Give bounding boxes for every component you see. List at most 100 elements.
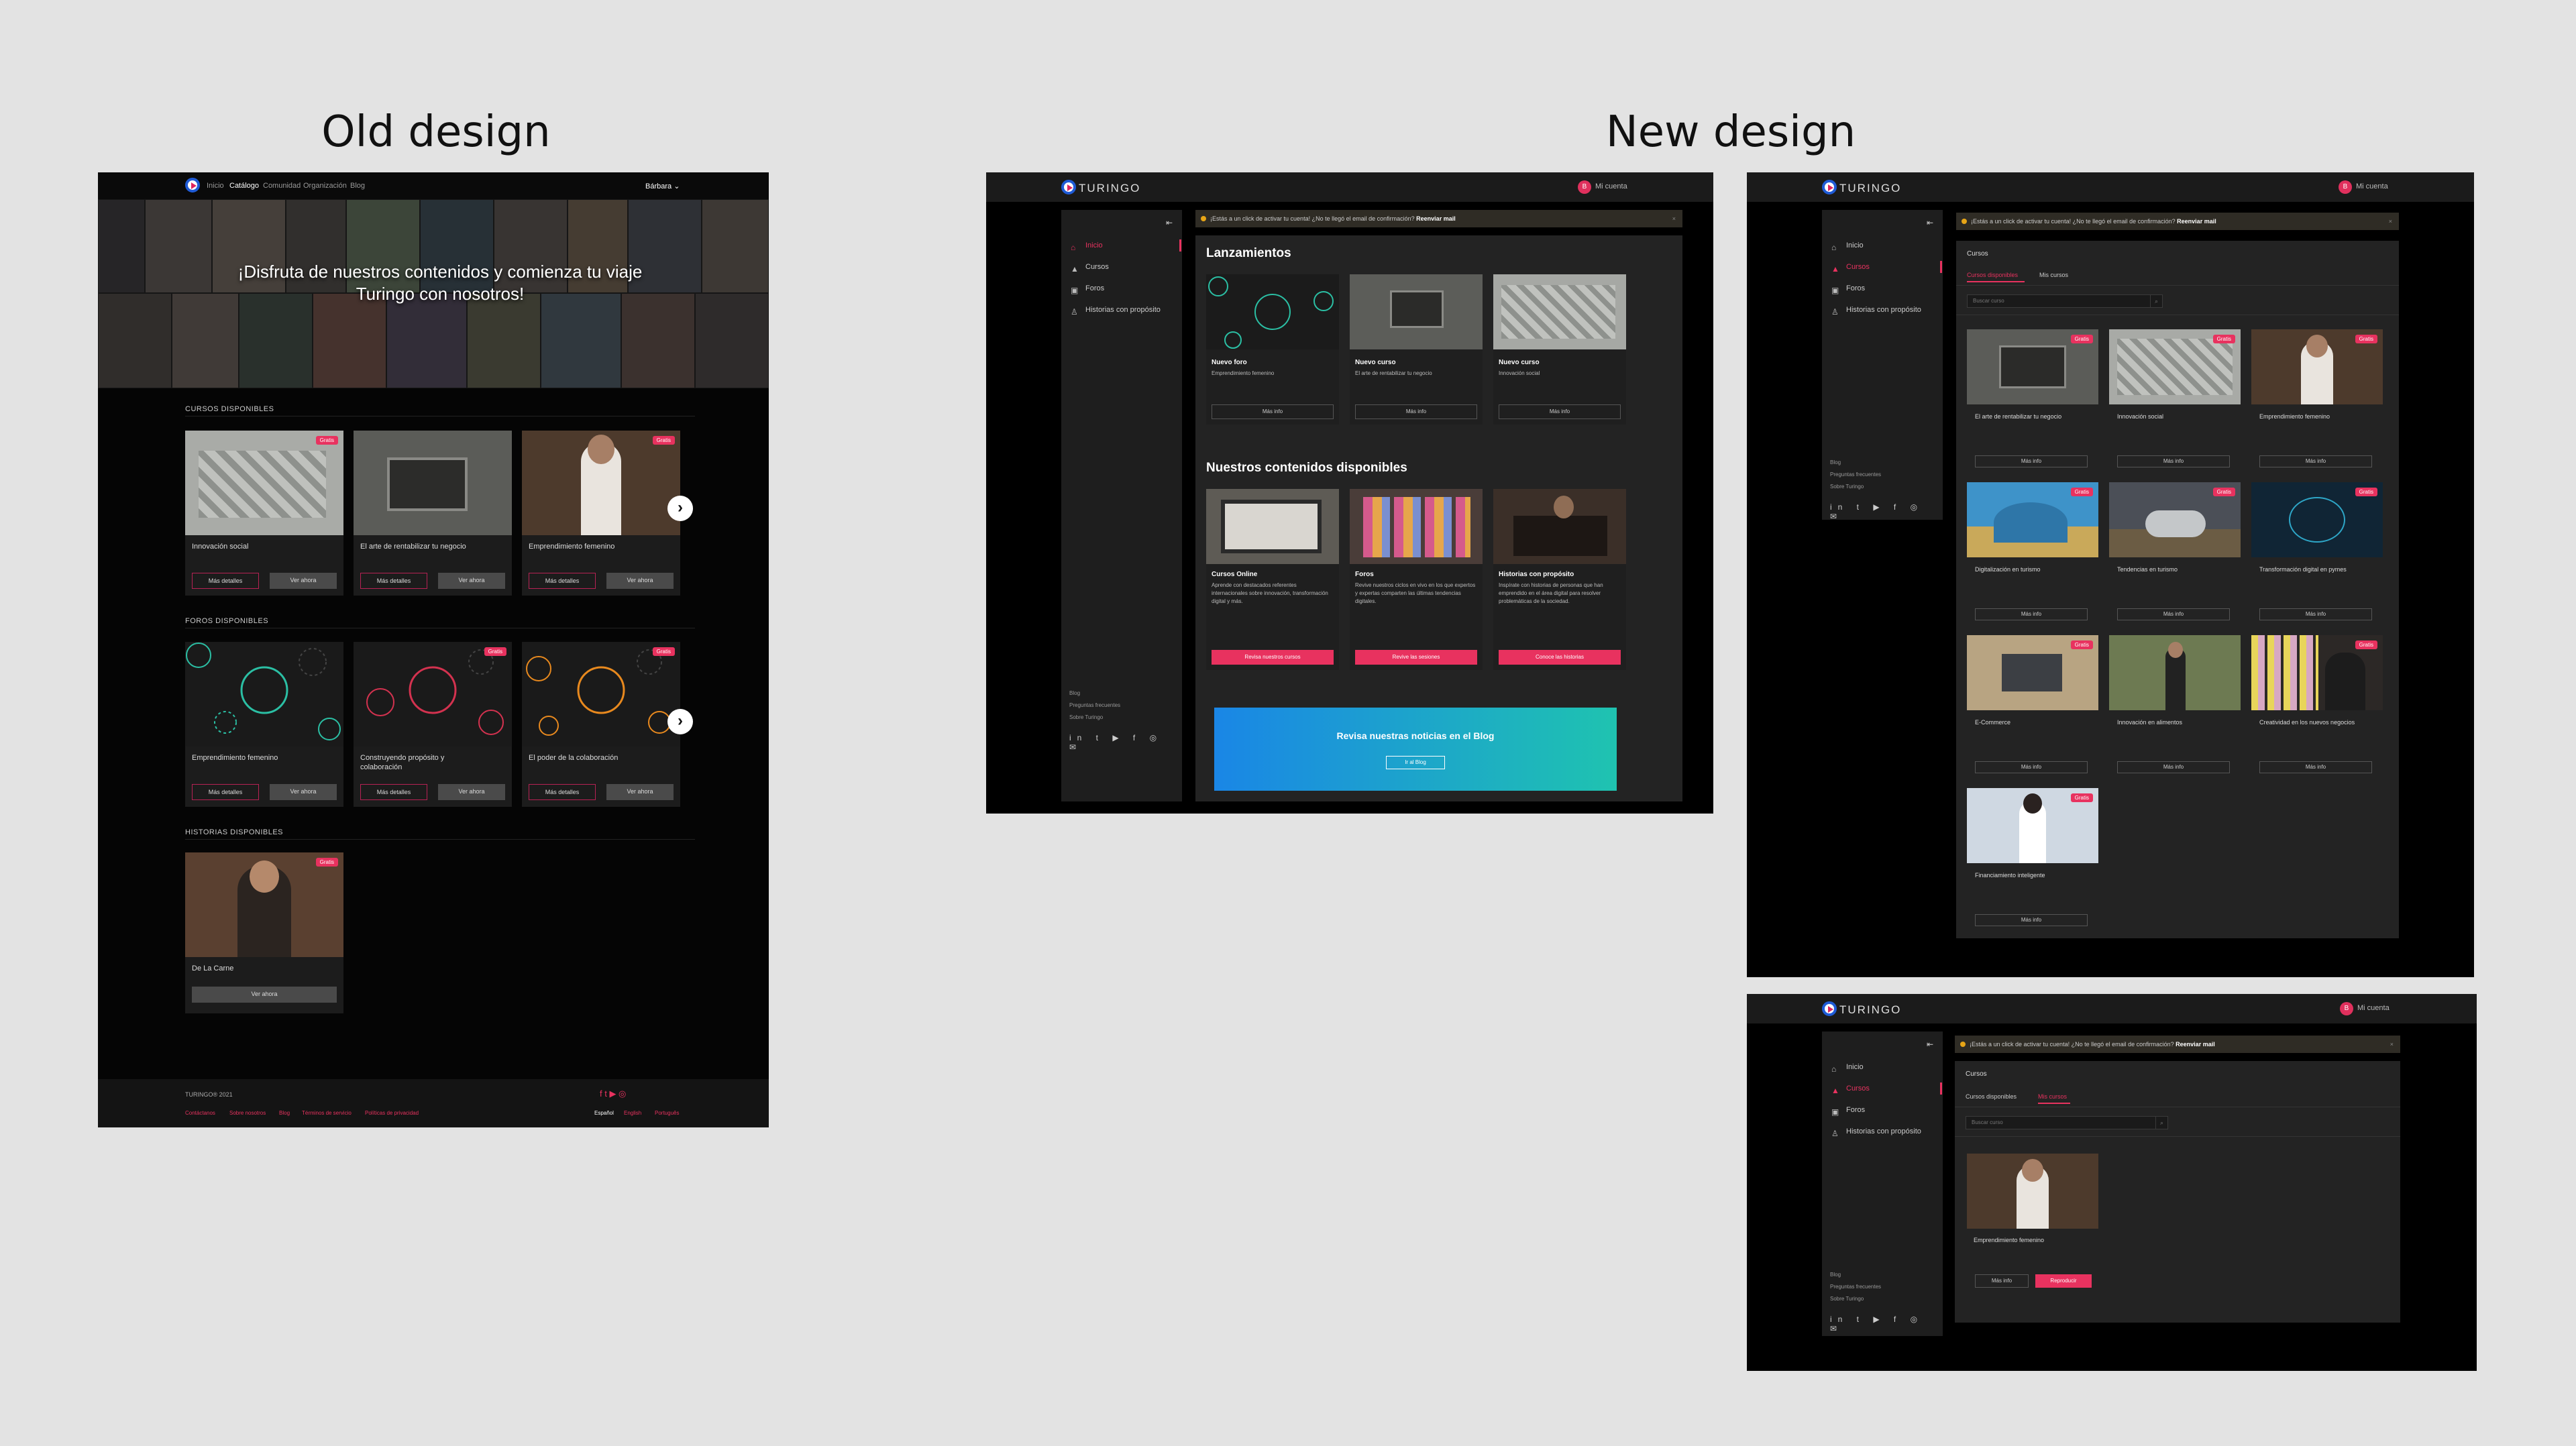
- sidebar-item-foros[interactable]: ▣ Foros: [1822, 1104, 1943, 1117]
- sidebar-faq-link[interactable]: Preguntas frecuentes: [1830, 1284, 1881, 1290]
- foro-card[interactable]: Emprendimiento femenino Más detalles Ver…: [185, 642, 343, 807]
- tab-cursos-disponibles[interactable]: Cursos disponibles: [1966, 1093, 2017, 1100]
- sidebar-item-foros[interactable]: ▣ Foros: [1822, 282, 1943, 295]
- turingo-logo-icon[interactable]: [1822, 180, 1837, 194]
- mas-info-button[interactable]: Más info: [2117, 455, 2230, 467]
- close-icon[interactable]: ×: [1672, 210, 1676, 227]
- mas-info-button[interactable]: Más info: [1975, 608, 2088, 620]
- mas-detalles-button[interactable]: Más detalles: [529, 784, 596, 800]
- nav-blog[interactable]: Blog: [350, 182, 365, 190]
- mas-info-button[interactable]: Más info: [2259, 608, 2372, 620]
- curso-card[interactable]: Gratis Innovación social Más info: [2109, 329, 2241, 467]
- sidebar-item-cursos[interactable]: ▲ Cursos: [1061, 261, 1182, 274]
- social-icons[interactable]: in t ▶ f ◎ ✉: [1069, 733, 1182, 752]
- contenido-card[interactable]: Foros Revive nuestros ciclos en vivo en …: [1350, 489, 1483, 670]
- sidebar-about-link[interactable]: Sobre Turingo: [1069, 714, 1103, 720]
- mas-info-button[interactable]: Más info: [1975, 914, 2088, 926]
- ver-ahora-button[interactable]: Ver ahora: [270, 573, 337, 589]
- reenviar-mail-link[interactable]: Reenviar mail: [2177, 218, 2216, 225]
- sidebar-item-inicio[interactable]: ⌂ Inicio: [1061, 239, 1182, 252]
- mas-info-button[interactable]: Más info: [1975, 455, 2088, 467]
- search-input[interactable]: Buscar curso ⌕: [1967, 294, 2163, 308]
- mas-info-button[interactable]: Más info: [1355, 404, 1477, 419]
- ver-ahora-button[interactable]: Ver ahora: [192, 987, 337, 1003]
- avatar[interactable]: B: [2340, 1002, 2353, 1015]
- sidebar-item-cursos[interactable]: ▲ Cursos: [1822, 261, 1943, 274]
- sidebar-faq-link[interactable]: Preguntas frecuentes: [1069, 702, 1120, 708]
- footer-link[interactable]: Contáctanos: [185, 1110, 215, 1116]
- footer-link[interactable]: Sobre nosotros: [229, 1110, 266, 1116]
- turingo-logo-icon[interactable]: [185, 178, 200, 192]
- carousel-next-button[interactable]: ›: [667, 709, 693, 734]
- reenviar-mail-link[interactable]: Reenviar mail: [1416, 215, 1456, 222]
- curso-card[interactable]: Gratis Tendencias en turismo Más info: [2109, 482, 2241, 620]
- mas-detalles-button[interactable]: Más detalles: [360, 784, 427, 800]
- ver-ahora-button[interactable]: Ver ahora: [606, 784, 674, 800]
- curso-card[interactable]: Innovación en alimentos Más info: [2109, 635, 2241, 773]
- sidebar-item-inicio[interactable]: ⌂ Inicio: [1822, 1061, 1943, 1074]
- mas-info-button[interactable]: Más info: [2117, 761, 2230, 773]
- sidebar-item-inicio[interactable]: ⌂ Inicio: [1822, 239, 1943, 252]
- revisa-cursos-button[interactable]: Revisa nuestros cursos: [1212, 650, 1334, 665]
- footer-link[interactable]: Términos de servicio: [302, 1110, 352, 1116]
- curso-card[interactable]: Gratis El arte de rentabilizar tu negoci…: [1967, 329, 2098, 467]
- ver-ahora-button[interactable]: Ver ahora: [438, 573, 505, 589]
- sidebar-faq-link[interactable]: Preguntas frecuentes: [1830, 471, 1881, 478]
- curso-card[interactable]: Gratis Creatividad en los nuevos negocio…: [2251, 635, 2383, 773]
- tab-mis-cursos[interactable]: Mis cursos: [2038, 1093, 2067, 1100]
- foro-card[interactable]: Gratis El poder de la colaboración Más d…: [522, 642, 680, 807]
- collapse-icon[interactable]: ⇤: [1927, 1040, 1933, 1049]
- mas-info-button[interactable]: Más info: [1975, 761, 2088, 773]
- tab-cursos-disponibles[interactable]: Cursos disponibles: [1967, 272, 2018, 278]
- user-menu[interactable]: Bárbara ⌄: [645, 182, 680, 190]
- sidebar-blog-link[interactable]: Blog: [1830, 1272, 1841, 1278]
- collapse-icon[interactable]: ⇤: [1166, 218, 1173, 227]
- curso-card[interactable]: Gratis Financiamiento inteligente Más in…: [1967, 788, 2098, 926]
- sidebar-blog-link[interactable]: Blog: [1069, 690, 1080, 696]
- sidebar-item-historias[interactable]: ♙ Historias con propósito: [1822, 1125, 1943, 1138]
- social-icons[interactable]: f t ▶ ◎: [600, 1089, 626, 1099]
- lanzamiento-card[interactable]: Nuevo curso Innovación social Más info: [1493, 274, 1626, 425]
- mi-cuenta-link[interactable]: Mi cuenta: [2356, 182, 2388, 190]
- sidebar-item-foros[interactable]: ▣ Foros: [1061, 282, 1182, 295]
- mas-detalles-button[interactable]: Más detalles: [529, 573, 596, 589]
- curso-card[interactable]: Gratis Emprendimiento femenino Más info: [2251, 329, 2383, 467]
- reenviar-mail-link[interactable]: Reenviar mail: [2176, 1041, 2215, 1048]
- search-icon[interactable]: ⌕: [2150, 295, 2162, 307]
- ver-ahora-button[interactable]: Ver ahora: [270, 784, 337, 800]
- curso-card[interactable]: El arte de rentabilizar tu negocio Más d…: [354, 431, 512, 596]
- historia-card[interactable]: Gratis De La Carne Ver ahora: [185, 852, 343, 1013]
- mis-curso-card[interactable]: Emprendimiento femenino Más info Reprodu…: [1967, 1154, 2101, 1301]
- sidebar-blog-link[interactable]: Blog: [1830, 459, 1841, 465]
- mi-cuenta-link[interactable]: Mi cuenta: [1595, 182, 1627, 190]
- mas-info-button[interactable]: Más info: [2117, 608, 2230, 620]
- mas-detalles-button[interactable]: Más detalles: [360, 573, 427, 589]
- avatar[interactable]: B: [2339, 180, 2352, 194]
- ver-ahora-button[interactable]: Ver ahora: [438, 784, 505, 800]
- lanzamiento-card[interactable]: Nuevo foro Emprendimiento femenino Más i…: [1206, 274, 1339, 425]
- sidebar-item-historias[interactable]: ♙ Historias con propósito: [1822, 304, 1943, 317]
- lang-espanol[interactable]: Español: [594, 1110, 614, 1116]
- nav-catalogo[interactable]: Catálogo: [229, 182, 259, 190]
- mas-info-button[interactable]: Más info: [1975, 1274, 2029, 1288]
- sidebar-item-cursos[interactable]: ▲ Cursos: [1822, 1082, 1943, 1095]
- mas-info-button[interactable]: Más info: [1499, 404, 1621, 419]
- mas-detalles-button[interactable]: Más detalles: [192, 573, 259, 589]
- curso-card[interactable]: Gratis Digitalización en turismo Más inf…: [1967, 482, 2098, 620]
- lang-english[interactable]: English: [624, 1110, 641, 1116]
- revive-sesiones-button[interactable]: Revive las sesiones: [1355, 650, 1477, 665]
- collapse-icon[interactable]: ⇤: [1927, 218, 1933, 227]
- ver-ahora-button[interactable]: Ver ahora: [606, 573, 674, 589]
- sidebar-about-link[interactable]: Sobre Turingo: [1830, 484, 1864, 490]
- curso-card[interactable]: Gratis Transformación digital en pymes M…: [2251, 482, 2383, 620]
- nav-organizacion[interactable]: Organización: [303, 182, 347, 190]
- lang-portugues[interactable]: Português: [655, 1110, 679, 1116]
- sidebar-item-historias[interactable]: ♙ Historias con propósito: [1061, 304, 1182, 317]
- reproducir-button[interactable]: Reproducir: [2035, 1274, 2092, 1288]
- social-icons[interactable]: in t ▶ f ◎ ✉: [1830, 1315, 1943, 1333]
- close-icon[interactable]: ×: [2389, 213, 2392, 230]
- foro-card[interactable]: Gratis Construyendo propósito y colabora…: [354, 642, 512, 807]
- turingo-logo-icon[interactable]: [1061, 180, 1076, 194]
- footer-link[interactable]: Blog: [279, 1110, 290, 1116]
- ir-al-blog-button[interactable]: Ir al Blog: [1386, 756, 1445, 769]
